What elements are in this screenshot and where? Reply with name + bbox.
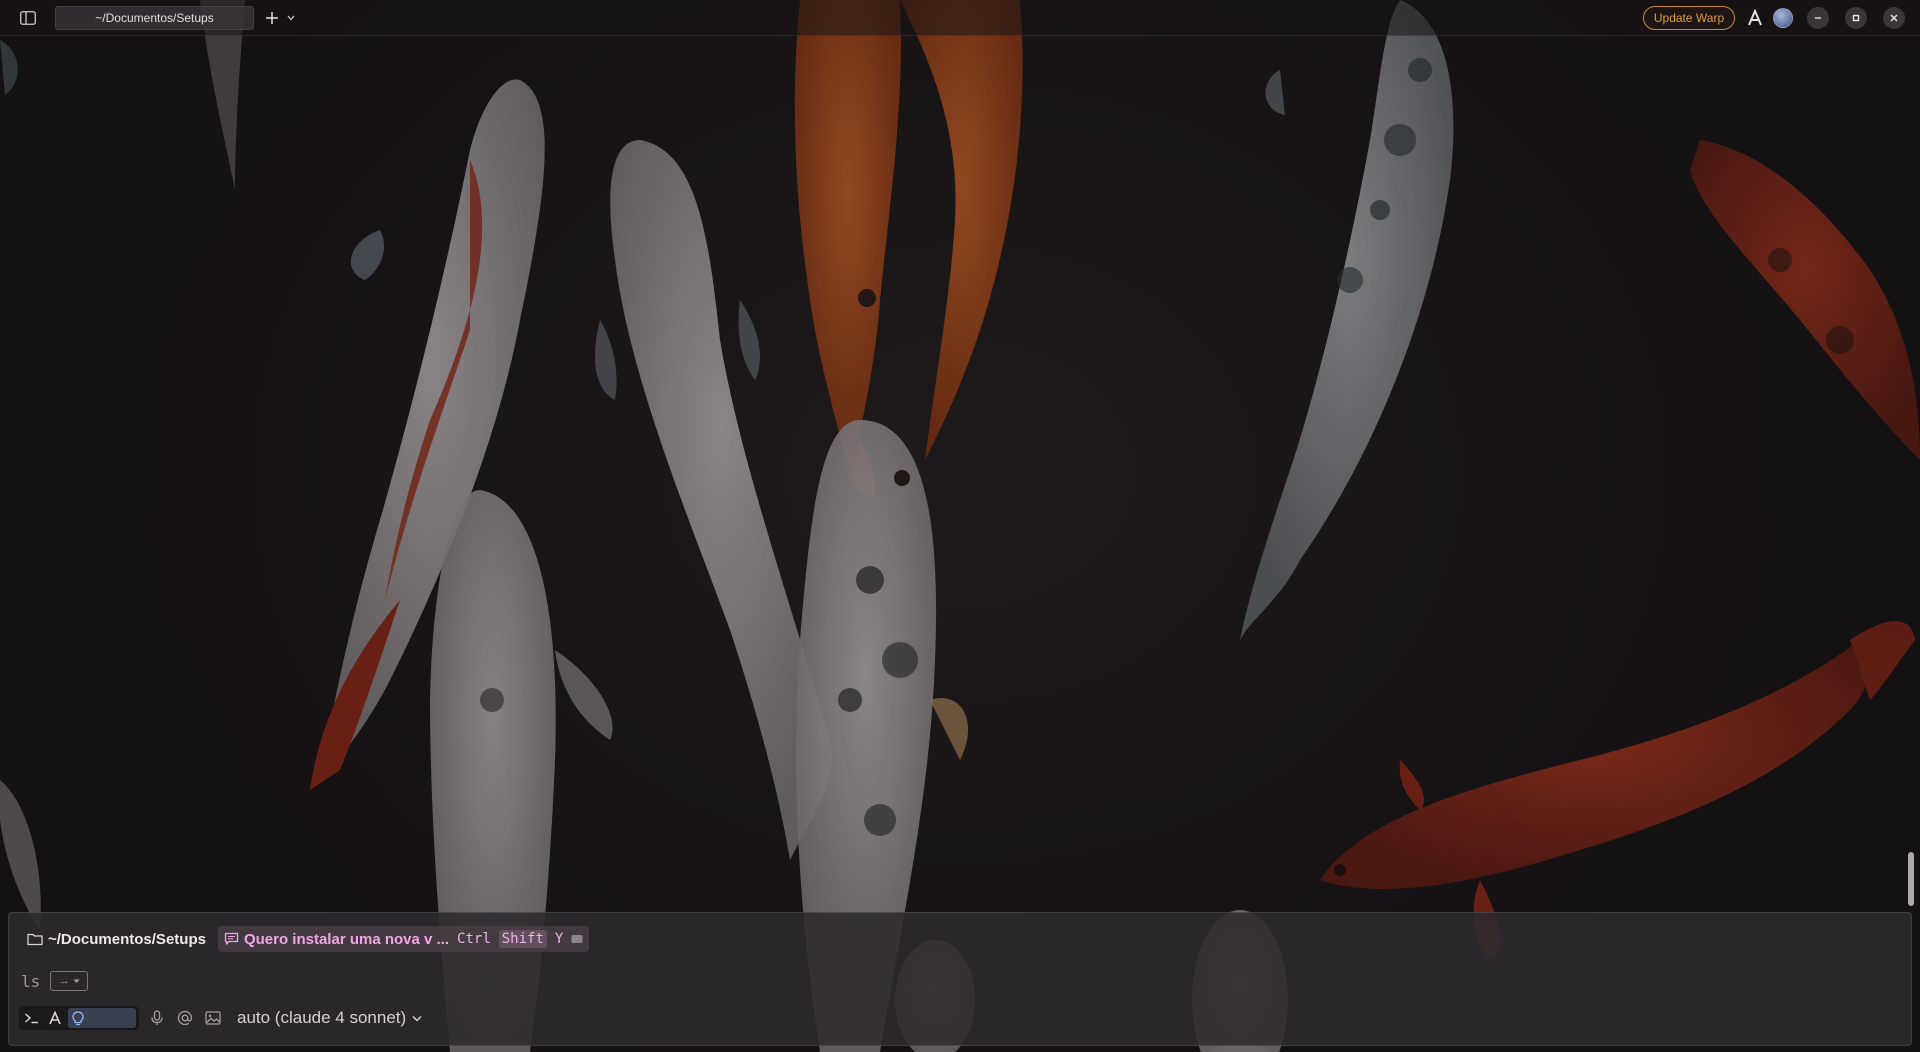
sidebar-toggle-icon (20, 11, 36, 25)
restore-icon (1852, 14, 1860, 22)
conversation-title: Quero instalar uma nova v ... (243, 930, 450, 948)
chevron-down-icon (73, 979, 80, 983)
warp-agent-icon (1748, 8, 1762, 26)
new-tab-menu-button[interactable] (284, 10, 298, 26)
model-selector[interactable]: auto (claude 4 sonnet) (237, 1008, 422, 1028)
lightbulb-icon (72, 1010, 84, 1025)
voice-input-button[interactable] (147, 1008, 167, 1028)
keyboard-key-icon (571, 935, 583, 943)
shortcut-key-shift: Shift (498, 930, 547, 948)
sidebar-toggle-button[interactable] (18, 9, 38, 27)
wallpaper-dim-overlay (0, 0, 1920, 1052)
model-label: auto (claude 4 sonnet) (237, 1008, 407, 1027)
at-sign-icon (177, 1010, 193, 1026)
update-warp-button[interactable]: Update Warp (1643, 6, 1735, 30)
minimize-icon (1815, 17, 1821, 19)
close-icon (1890, 14, 1898, 22)
directory-chip[interactable]: ~/Documentos/Setups (23, 927, 210, 951)
title-bar: ~/Documentos/Setups Update Warp (0, 0, 1920, 36)
context-chips-row: ~/Documentos/Setups Quero instalar uma n… (23, 926, 590, 952)
avatar[interactable] (1773, 8, 1793, 28)
shortcut-key-ctrl: Ctrl (457, 931, 491, 947)
terminal-mode-button[interactable] (22, 1008, 43, 1028)
attach-image-button[interactable] (203, 1008, 223, 1028)
plus-icon (266, 12, 278, 24)
input-panel: ~/Documentos/Setups Quero instalar uma n… (8, 912, 1912, 1046)
warp-agent-icon (49, 1011, 61, 1025)
scrollbar-thumb[interactable] (1908, 852, 1914, 906)
input-toolbar: auto (claude 4 sonnet) (19, 1005, 422, 1031)
shortcut-key-y: Y (554, 931, 564, 947)
accept-suggestion-button[interactable]: → (50, 971, 89, 991)
command-input-row[interactable]: ls → (21, 969, 89, 993)
maximize-button[interactable] (1845, 7, 1867, 29)
warp-agent-button[interactable] (1746, 8, 1764, 27)
close-button[interactable] (1883, 7, 1905, 29)
terminal-prompt-icon (25, 1013, 39, 1024)
conversation-chip[interactable]: Quero instalar uma nova v ... Ctrl Shift… (217, 926, 590, 952)
minimize-button[interactable] (1807, 7, 1829, 29)
folder-icon (27, 933, 43, 946)
new-tab-button[interactable] (262, 8, 282, 28)
command-suggestion[interactable]: ls (21, 972, 40, 991)
microphone-icon (151, 1010, 163, 1025)
chat-bubble-icon (224, 932, 239, 945)
tab-active[interactable]: ~/Documentos/Setups (55, 6, 254, 30)
image-attach-icon (205, 1011, 221, 1025)
chevron-down-icon (287, 15, 295, 21)
chevron-down-icon (412, 1015, 422, 1022)
directory-label: ~/Documentos/Setups (48, 930, 206, 948)
mention-button[interactable] (175, 1008, 195, 1028)
update-warp-label: Update Warp (1653, 11, 1725, 25)
koi-wallpaper (0, 0, 1920, 1052)
auto-mode-button[interactable] (67, 1008, 137, 1028)
mode-switch (19, 1006, 139, 1030)
agent-mode-button[interactable] (45, 1008, 66, 1028)
tab-title: ~/Documentos/Setups (95, 11, 214, 25)
accept-arrow: → (58, 975, 70, 987)
